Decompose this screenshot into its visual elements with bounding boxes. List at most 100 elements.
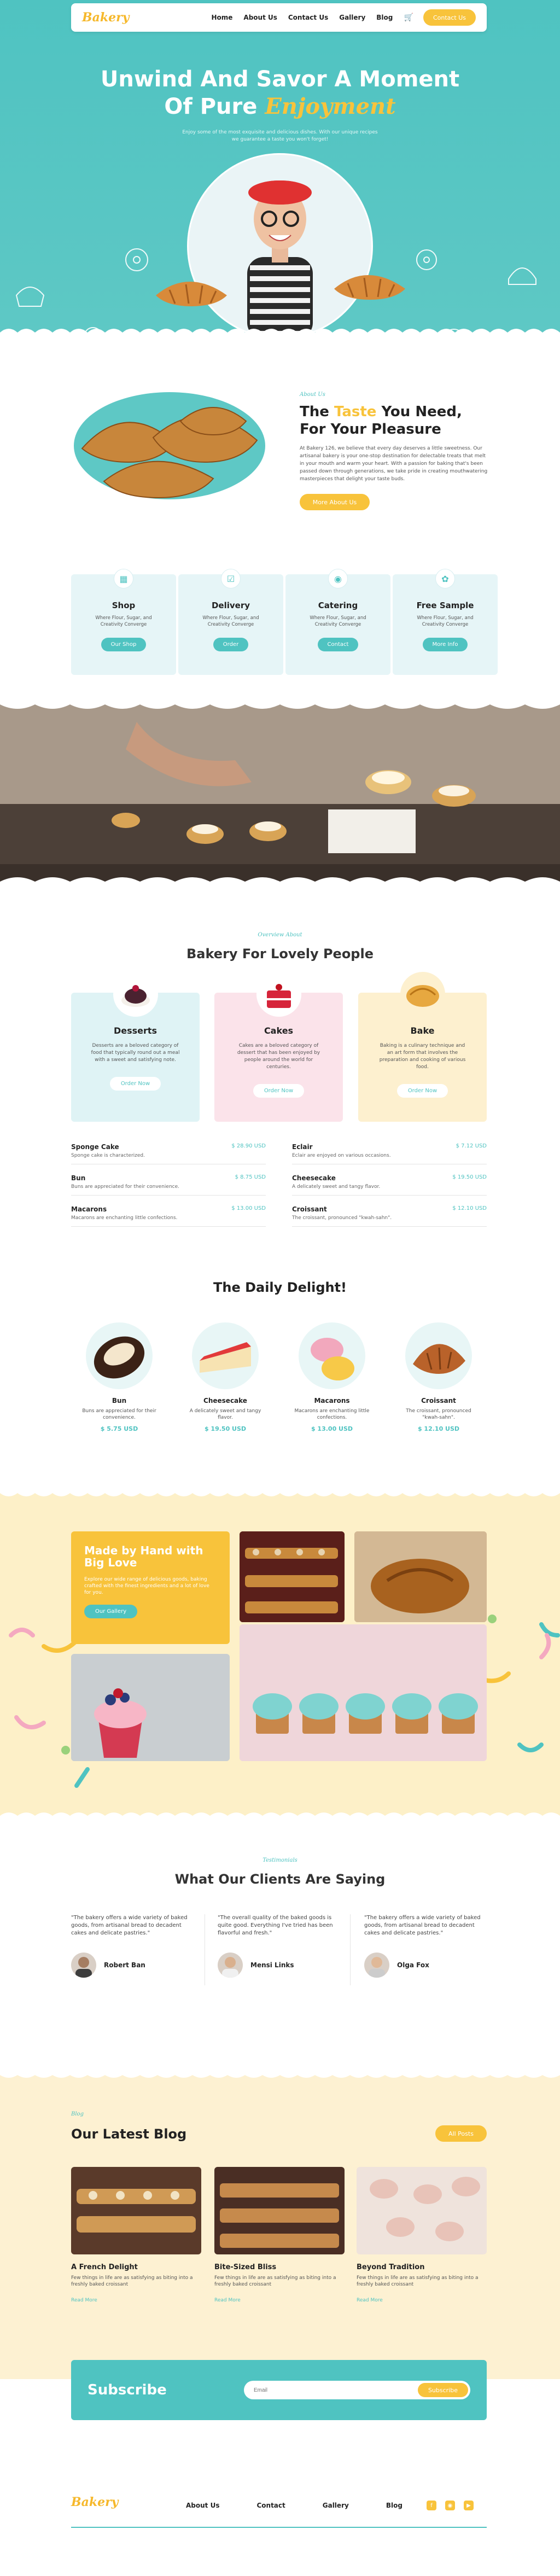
- blog-post-title[interactable]: A French Delight: [71, 2263, 201, 2271]
- order-now-button[interactable]: Order Now: [253, 1084, 305, 1098]
- card-desc: Cakes are a beloved category of dessert …: [237, 1043, 320, 1070]
- read-more-link[interactable]: Read More: [357, 2298, 487, 2303]
- banner-photo: [0, 700, 560, 886]
- menu-item-price: $ 12.10 USD: [452, 1205, 487, 1211]
- hero-title: Unwind And Savor A Moment Of Pure Enjoym…: [0, 66, 560, 120]
- more-about-button[interactable]: More About Us: [300, 494, 370, 510]
- subscribe-banner: Subscribe Subscribe: [71, 2360, 487, 2420]
- read-more-link[interactable]: Read More: [214, 2298, 345, 2303]
- testimonial-name: Olga Fox: [397, 1961, 429, 1969]
- nav-link-blog[interactable]: Blog: [376, 14, 393, 21]
- logo[interactable]: Bakery: [82, 10, 129, 25]
- blog-post-desc: Few things in life are as satisfying as …: [71, 2275, 193, 2287]
- testimonials-kicker: Testimonials: [262, 1857, 298, 1863]
- bake-image: [400, 972, 445, 1017]
- service-desc: Where Flour, Sugar, and Creativity Conve…: [310, 615, 366, 627]
- macarons-image: [299, 1322, 365, 1389]
- footer-links: About Us Contact Gallery Blog: [186, 2502, 402, 2509]
- banner-bottom-wave: [0, 877, 560, 886]
- gallery-image-cupcakes-row[interactable]: [240, 1624, 487, 1761]
- croissant-left-image: [156, 282, 227, 306]
- subscribe-wrap: Subscribe Subscribe: [0, 2360, 560, 2478]
- gallery-image-cupcake[interactable]: [71, 1654, 230, 1761]
- nav-link-gallery[interactable]: Gallery: [339, 14, 365, 21]
- footer-link-gallery[interactable]: Gallery: [323, 2502, 349, 2509]
- service-card-delivery: ☑ Delivery Where Flour, Sugar, and Creat…: [178, 569, 283, 675]
- service-desc: Where Flour, Sugar, and Creativity Conve…: [95, 615, 152, 627]
- footer-link-contact[interactable]: Contact: [256, 2502, 285, 2509]
- service-card-shop: ▦ Shop Where Flour, Sugar, and Creativit…: [71, 569, 176, 675]
- nav-contact-button[interactable]: Contact Us: [423, 9, 476, 26]
- blog-post-title[interactable]: Beyond Tradition: [357, 2263, 487, 2271]
- blog-image-display[interactable]: [214, 2167, 345, 2254]
- service-title: Shop: [112, 601, 136, 610]
- footer-logo[interactable]: Bakery: [71, 2495, 118, 2509]
- nav-link-about[interactable]: About Us: [243, 14, 277, 21]
- order-now-button[interactable]: Order Now: [109, 1077, 161, 1091]
- read-more-link[interactable]: Read More: [71, 2298, 201, 2303]
- daily-item-cheesecake: Cheesecake A delicately sweet and tangy …: [179, 1322, 272, 1432]
- gallery-title: Made by Hand with Big Love: [84, 1545, 217, 1569]
- menu-item-name: Sponge Cake: [71, 1143, 119, 1151]
- daily-item-macarons: Macarons Macarons are enchanting little …: [285, 1322, 378, 1432]
- nav-link-contact[interactable]: Contact Us: [288, 14, 328, 21]
- menu-item-desc: Eclair are enjoyed on various occasions.: [292, 1153, 391, 1158]
- gallery-title-line2: Big Love: [84, 1556, 137, 1569]
- daily-item-desc: A delicately sweet and tangy flavor.: [189, 1408, 261, 1420]
- menu-item-price: $ 19.50 USD: [452, 1174, 487, 1180]
- about-section: About Us The Taste You Need, For Your Pl…: [0, 339, 560, 536]
- card-title: Cakes: [264, 1025, 294, 1036]
- daily-item-croissant: Croissant The croissant, pronounced "kwa…: [392, 1322, 485, 1432]
- order-button[interactable]: Order: [213, 638, 249, 651]
- navbar: Bakery Home About Us Contact Us Gallery …: [71, 3, 487, 32]
- nav-link-home[interactable]: Home: [211, 14, 232, 21]
- desserts-image: [113, 972, 158, 1017]
- email-input[interactable]: [254, 2387, 418, 2393]
- all-posts-button[interactable]: All Posts: [435, 2125, 487, 2142]
- our-shop-button[interactable]: Our Shop: [101, 638, 147, 651]
- menu-item: Sponge Cake $ 28.90 USD Sponge cake is ch…: [71, 1139, 266, 1164]
- facebook-icon[interactable]: f: [427, 2501, 436, 2510]
- blog-image-pastries[interactable]: [71, 2167, 201, 2254]
- testimonial-card: "The bakery offers a wide variety of bak…: [364, 1914, 485, 1978]
- menu-item-name: Eclair: [292, 1143, 313, 1151]
- menu-item-desc: The croissant, pronounced "kwah-sahn".: [292, 1215, 392, 1221]
- gallery-section: Made by Hand with Big Love Explore our wi…: [0, 1488, 560, 1821]
- footer-link-blog[interactable]: Blog: [386, 2502, 402, 2509]
- baking-banner-image: [0, 700, 560, 886]
- daily-item-price: $ 5.75 USD: [100, 1425, 138, 1432]
- gallery-image-pastry[interactable]: [354, 1531, 487, 1622]
- croissant-right-image: [334, 275, 405, 300]
- menu-item: Bun $ 8.75 USD Buns are appreciated for t…: [71, 1170, 266, 1196]
- daily-item-price: $ 19.50 USD: [204, 1425, 247, 1432]
- gallery-title-line1: Made by Hand with: [84, 1544, 203, 1557]
- subscribe-button[interactable]: Subscribe: [418, 2383, 468, 2397]
- order-now-button[interactable]: Order Now: [396, 1084, 448, 1098]
- menu-item-name: Cheesecake: [292, 1174, 336, 1182]
- blog-post-desc: Few things in life are as satisfying as …: [214, 2275, 336, 2287]
- delivery-icon: ☑: [221, 569, 241, 588]
- hero-section: Bakery Home About Us Contact Us Gallery …: [0, 0, 560, 339]
- hero-subtitle: Enjoy some of the most exquisite and del…: [0, 129, 560, 143]
- contact-button[interactable]: Contact: [317, 638, 359, 651]
- testimonial-name: Robert Ban: [104, 1961, 145, 1969]
- blog-post-title[interactable]: Bite-Sized Bliss: [214, 2263, 345, 2271]
- more-info-button[interactable]: More Info: [422, 638, 468, 651]
- about-body: At Bakery 126, we believe that every day…: [300, 446, 488, 482]
- menu-item-desc: A delicately sweet and tangy flavor.: [292, 1184, 381, 1190]
- instagram-icon[interactable]: ◉: [445, 2501, 455, 2510]
- our-gallery-button[interactable]: Our Gallery: [84, 1605, 138, 1618]
- avatar: [218, 1953, 243, 1978]
- gallery-image-display-case[interactable]: [240, 1531, 345, 1622]
- footer-link-about[interactable]: About Us: [186, 2502, 219, 2509]
- croissant-image: [405, 1322, 472, 1389]
- testimonial-quote: "The bakery offers a wide variety of bak…: [364, 1915, 481, 1936]
- bun-image: [86, 1322, 153, 1389]
- blog-image-macarons[interactable]: [357, 2167, 487, 2254]
- youtube-icon[interactable]: ▶: [464, 2501, 474, 2510]
- cart-icon[interactable]: 🛒: [404, 13, 413, 22]
- menu-item: Cheesecake $ 19.50 USD A delicately sweet…: [292, 1170, 487, 1196]
- menu-item-desc: Macarons are enchanting little confectio…: [71, 1215, 178, 1221]
- social-links: f ◉ ▶: [427, 2501, 474, 2510]
- daily-title: The Daily Delight!: [213, 1280, 347, 1295]
